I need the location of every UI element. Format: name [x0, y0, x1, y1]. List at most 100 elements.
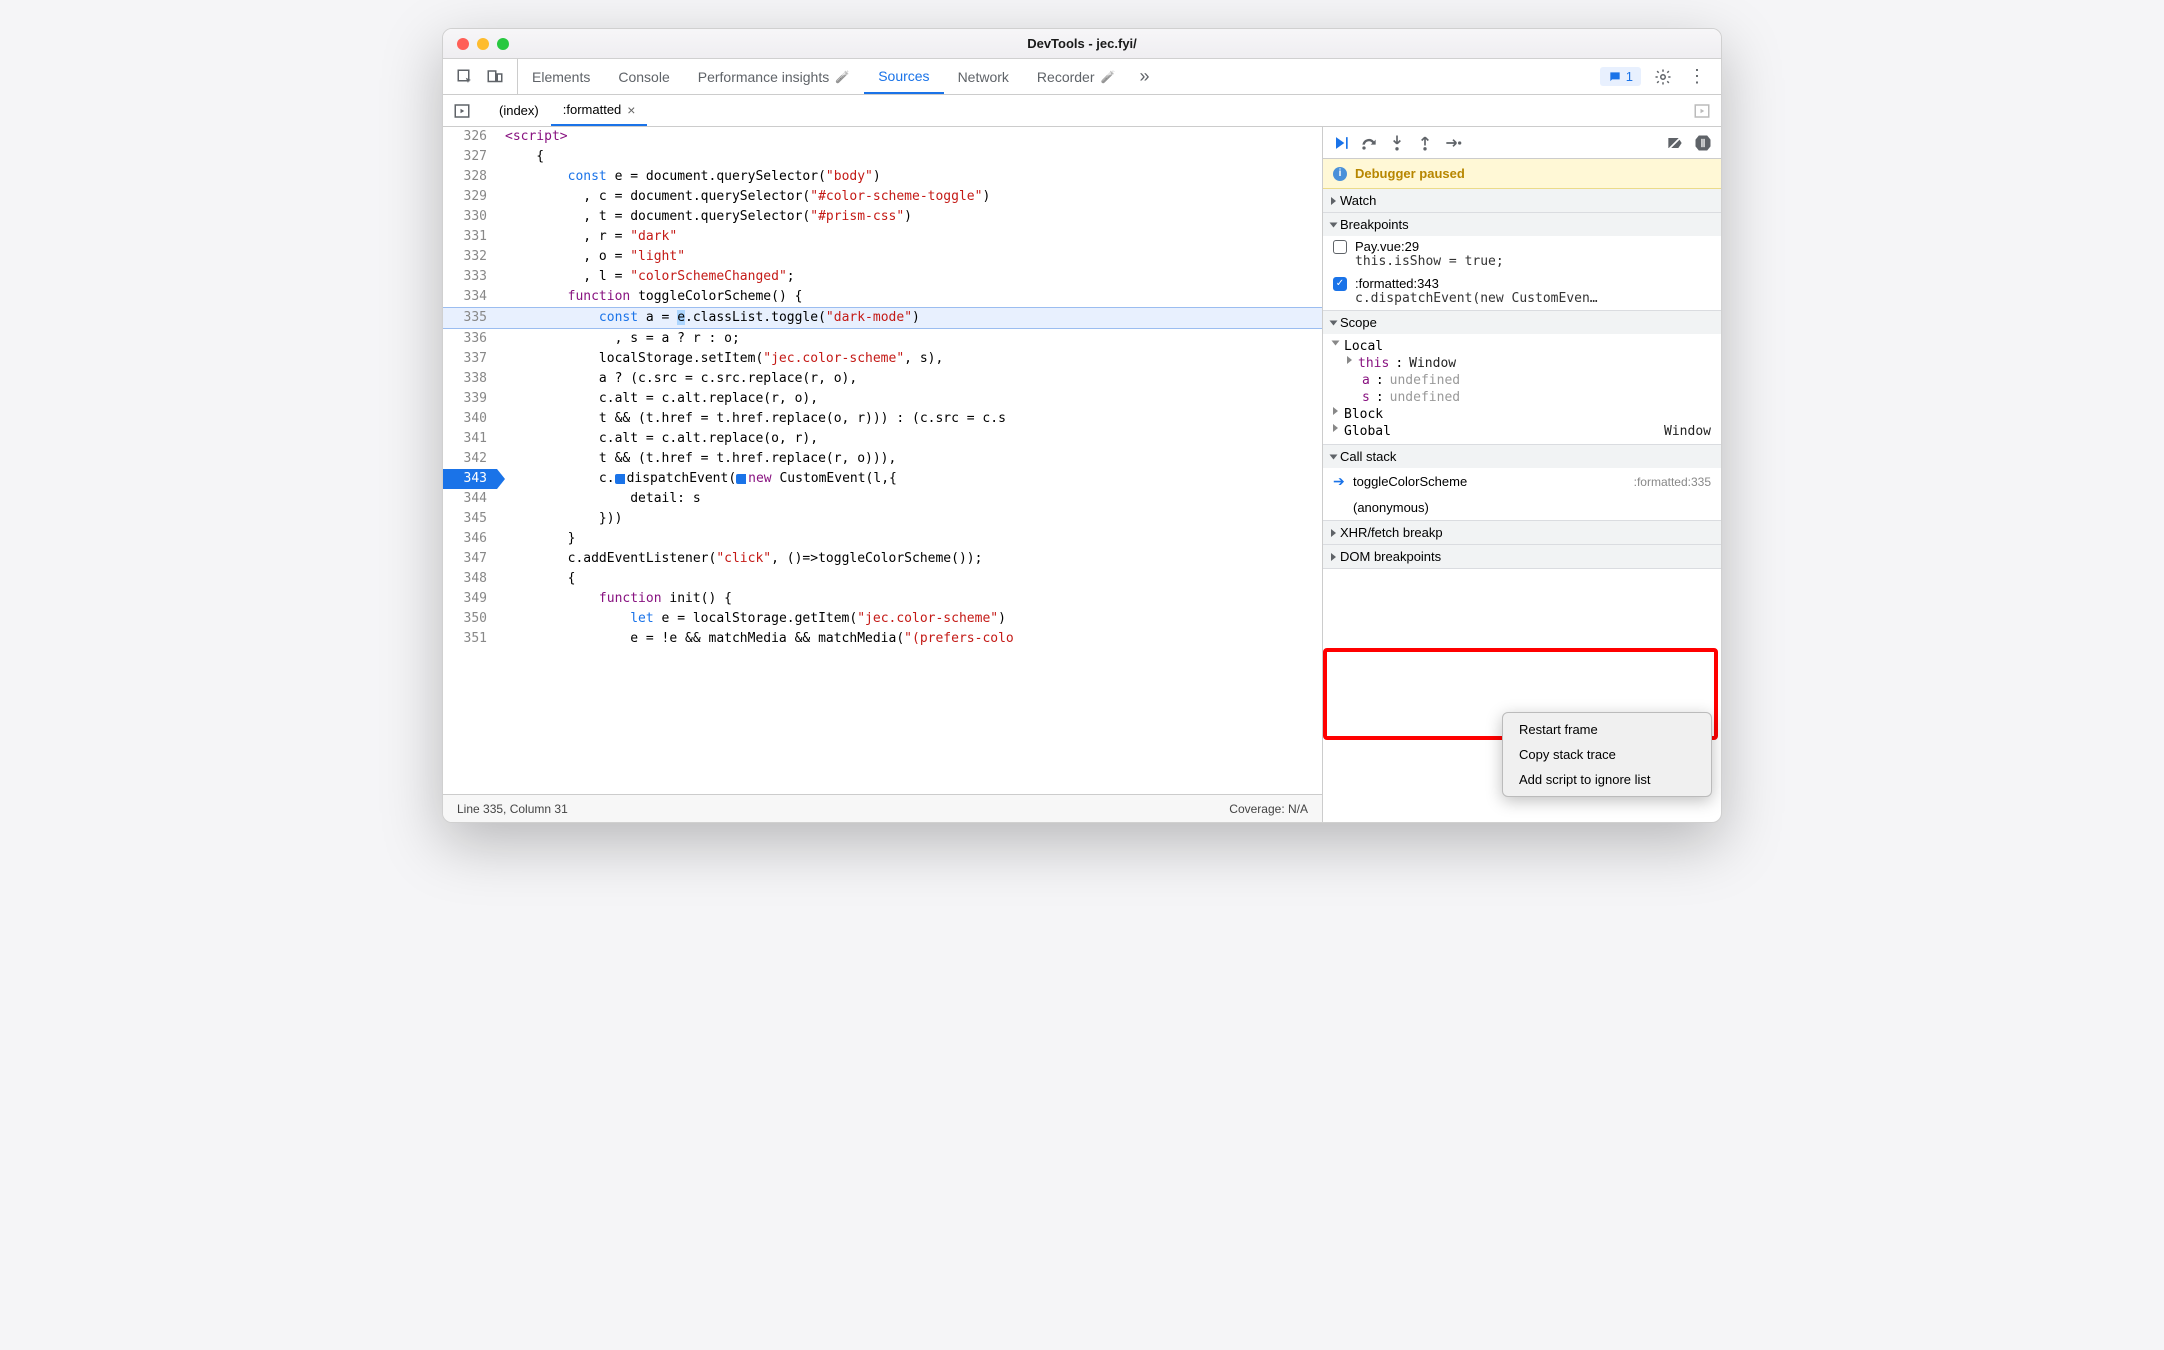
tab-console[interactable]: Console: [604, 59, 683, 94]
close-window-button[interactable]: [457, 38, 469, 50]
overflow-tabs-icon[interactable]: [1129, 66, 1159, 87]
scope-variable[interactable]: this: Window: [1333, 355, 1711, 372]
line-number[interactable]: 344: [443, 489, 497, 509]
line-number[interactable]: 347: [443, 549, 497, 569]
messages-badge[interactable]: 1: [1600, 67, 1641, 86]
line-number[interactable]: 342: [443, 449, 497, 469]
line-number[interactable]: 329: [443, 187, 497, 207]
inspect-element-icon[interactable]: [453, 65, 477, 89]
line-number[interactable]: 335: [443, 308, 497, 328]
more-menu-icon[interactable]: [1685, 65, 1709, 89]
dom-header[interactable]: DOM breakpoints: [1323, 545, 1721, 568]
tab-network[interactable]: Network: [944, 59, 1023, 94]
device-toolbar-icon[interactable]: [483, 65, 507, 89]
scope-variable[interactable]: a: undefined: [1333, 372, 1711, 389]
code-line[interactable]: , l = "colorSchemeChanged";: [497, 267, 1322, 287]
watch-header[interactable]: Watch: [1323, 189, 1721, 212]
close-tab-icon[interactable]: ×: [627, 102, 635, 118]
line-number[interactable]: 346: [443, 529, 497, 549]
code-line[interactable]: c.alt = c.alt.replace(o, r),: [497, 429, 1322, 449]
code-line[interactable]: function toggleColorScheme() {: [497, 287, 1322, 307]
code-line[interactable]: function init() {: [497, 589, 1322, 609]
line-number[interactable]: 330: [443, 207, 497, 227]
code-line[interactable]: e = !e && matchMedia && matchMedia("(pre…: [497, 629, 1322, 649]
code-line[interactable]: const a = e.classList.toggle("dark-mode"…: [497, 308, 1322, 328]
line-number[interactable]: 349: [443, 589, 497, 609]
code-line[interactable]: localStorage.setItem("jec.color-scheme",…: [497, 349, 1322, 369]
context-menu-item[interactable]: Add script to ignore list: [1503, 767, 1711, 792]
pause-exceptions-icon[interactable]: [1691, 131, 1715, 155]
line-number[interactable]: 334: [443, 287, 497, 307]
code-line[interactable]: , r = "dark": [497, 227, 1322, 247]
context-menu-item[interactable]: Copy stack trace: [1503, 742, 1711, 767]
tab-elements[interactable]: Elements: [518, 59, 604, 94]
code-line[interactable]: let e = localStorage.getItem("jec.color-…: [497, 609, 1322, 629]
line-number[interactable]: 332: [443, 247, 497, 267]
maximize-window-button[interactable]: [497, 38, 509, 50]
scope-header[interactable]: Scope: [1323, 311, 1721, 334]
filetab-formatted[interactable]: :formatted×: [551, 95, 648, 126]
code-line[interactable]: a ? (c.src = c.src.replace(r, o),: [497, 369, 1322, 389]
deactivate-breakpoints-icon[interactable]: [1663, 131, 1687, 155]
callstack-frame[interactable]: (anonymous): [1323, 495, 1721, 520]
scope-global[interactable]: GlobalWindow: [1333, 423, 1711, 440]
code-line[interactable]: , t = document.querySelector("#prism-css…: [497, 207, 1322, 227]
code-line[interactable]: {: [497, 147, 1322, 167]
line-number[interactable]: 351: [443, 629, 497, 649]
code-area[interactable]: 326<script>327 {328 const e = document.q…: [443, 127, 1322, 794]
breakpoint-item[interactable]: Pay.vue:29: [1323, 236, 1721, 254]
breakpoint-checkbox[interactable]: [1333, 240, 1347, 254]
resume-icon[interactable]: [1329, 131, 1353, 155]
code-line[interactable]: , o = "light": [497, 247, 1322, 267]
callstack-frame[interactable]: ➔toggleColorScheme:formatted:335: [1323, 468, 1721, 495]
line-number[interactable]: 331: [443, 227, 497, 247]
code-line[interactable]: detail: s: [497, 489, 1322, 509]
filetab-index[interactable]: (index): [487, 95, 551, 126]
line-number[interactable]: 340: [443, 409, 497, 429]
breakpoint-item[interactable]: ✓:formatted:343: [1323, 273, 1721, 291]
minimize-window-button[interactable]: [477, 38, 489, 50]
line-number[interactable]: 341: [443, 429, 497, 449]
breakpoint-checkbox[interactable]: ✓: [1333, 277, 1347, 291]
code-line[interactable]: }: [497, 529, 1322, 549]
navigator-toggle-icon[interactable]: [443, 102, 481, 120]
settings-icon[interactable]: [1651, 65, 1675, 89]
breakpoints-header[interactable]: Breakpoints: [1323, 213, 1721, 236]
step-over-icon[interactable]: [1357, 131, 1381, 155]
tab-sources[interactable]: Sources: [864, 59, 943, 94]
code-line[interactable]: t && (t.href = t.href.replace(o, r))) : …: [497, 409, 1322, 429]
line-number[interactable]: 326: [443, 127, 497, 147]
line-number[interactable]: 348: [443, 569, 497, 589]
tab-performance-insights[interactable]: Performance insights🧪: [684, 59, 864, 94]
code-line[interactable]: t && (t.href = t.href.replace(r, o))),: [497, 449, 1322, 469]
code-line[interactable]: c.addEventListener("click", ()=>toggleCo…: [497, 549, 1322, 569]
context-menu-item[interactable]: Restart frame: [1503, 717, 1711, 742]
line-number[interactable]: 337: [443, 349, 497, 369]
tab-recorder[interactable]: Recorder🧪: [1023, 59, 1130, 94]
line-number[interactable]: 327: [443, 147, 497, 167]
line-number[interactable]: 338: [443, 369, 497, 389]
code-line[interactable]: const e = document.querySelector("body"): [497, 167, 1322, 187]
scope-local[interactable]: Local: [1333, 338, 1711, 355]
code-line[interactable]: , c = document.querySelector("#color-sch…: [497, 187, 1322, 207]
line-number[interactable]: 345: [443, 509, 497, 529]
code-line[interactable]: c.alt = c.alt.replace(r, o),: [497, 389, 1322, 409]
scope-variable[interactable]: s: undefined: [1333, 389, 1711, 406]
line-number[interactable]: 328: [443, 167, 497, 187]
run-snippet-icon[interactable]: [1683, 102, 1721, 120]
code-line[interactable]: c.dispatchEvent(new CustomEvent(l,{: [497, 469, 1322, 489]
step-icon[interactable]: [1441, 131, 1465, 155]
line-number[interactable]: 336: [443, 329, 497, 349]
line-number[interactable]: 343: [443, 469, 497, 489]
line-number[interactable]: 339: [443, 389, 497, 409]
line-number[interactable]: 350: [443, 609, 497, 629]
callstack-header[interactable]: Call stack: [1323, 445, 1721, 468]
code-line[interactable]: {: [497, 569, 1322, 589]
xhr-header[interactable]: XHR/fetch breakp: [1323, 521, 1721, 544]
step-into-icon[interactable]: [1385, 131, 1409, 155]
scope-block[interactable]: Block: [1333, 406, 1711, 423]
code-line[interactable]: , s = a ? r : o;: [497, 329, 1322, 349]
step-out-icon[interactable]: [1413, 131, 1437, 155]
code-line[interactable]: <script>: [497, 127, 1322, 147]
code-line[interactable]: })): [497, 509, 1322, 529]
